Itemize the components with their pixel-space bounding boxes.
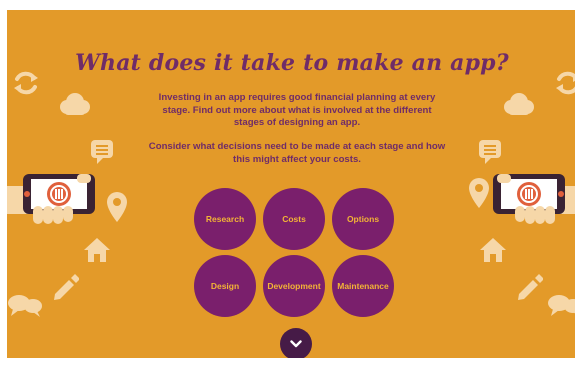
stage-button-development[interactable]: Development — [263, 255, 325, 317]
scroll-down-button[interactable] — [280, 328, 312, 358]
chevron-down-icon — [290, 339, 302, 347]
chat-bubble-icon — [479, 140, 501, 164]
stage-button-maintenance[interactable]: Maintenance — [332, 255, 394, 317]
stage-button-research[interactable]: Research — [194, 188, 256, 250]
location-pin-icon — [107, 192, 127, 222]
intro-paragraph-costs: Consider what decisions need to be made … — [148, 141, 446, 165]
hand-phone-icon — [493, 174, 575, 224]
pencil-icon — [54, 274, 79, 300]
chat-bubble-icon — [91, 140, 113, 164]
pencil-icon — [518, 274, 543, 300]
hero-panel: What does it take to make an app? Invest… — [7, 10, 575, 358]
cloud-icon — [504, 93, 534, 115]
speech-bubbles-icon — [8, 295, 42, 317]
intro-paragraph: Investing in an app requires good financ… — [158, 92, 436, 128]
location-pin-icon — [469, 178, 489, 208]
home-icon — [84, 238, 110, 262]
hand-phone-icon — [7, 174, 95, 224]
stage-button-options[interactable]: Options — [332, 188, 394, 250]
stage-button-costs[interactable]: Costs — [263, 188, 325, 250]
speech-bubbles-icon — [548, 295, 575, 316]
cloud-icon — [60, 93, 90, 115]
stage-button-design[interactable]: Design — [194, 255, 256, 317]
home-icon — [480, 238, 506, 262]
page-title: What does it take to make an app? — [75, 50, 509, 76]
